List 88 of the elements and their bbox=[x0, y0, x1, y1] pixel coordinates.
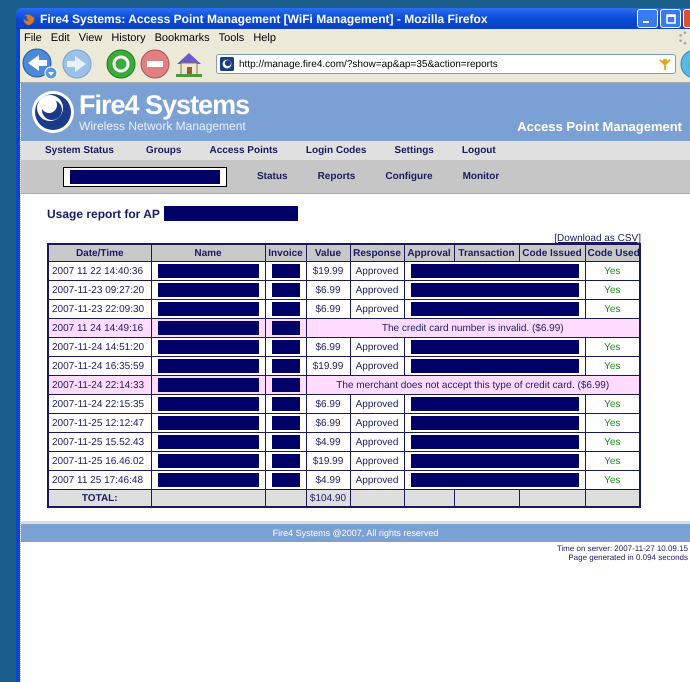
table-cell: Approved bbox=[350, 262, 404, 280]
table-cell: 2007-11-25 16.46.02 bbox=[48, 452, 151, 470]
column-header: Value bbox=[306, 244, 350, 262]
redaction-bar bbox=[272, 340, 300, 354]
table-cell: $6.99 bbox=[306, 280, 350, 300]
redaction-bar bbox=[272, 321, 300, 335]
redaction-bar bbox=[272, 397, 300, 411]
table-cell: Approved bbox=[350, 394, 404, 414]
column-header: Code Issued bbox=[519, 244, 585, 262]
menu-item[interactable]: History bbox=[111, 32, 146, 44]
table-cell: $19.99 bbox=[306, 452, 350, 470]
generation-time: Page generated in 0.094 seconds bbox=[568, 553, 688, 562]
subnav-link[interactable]: Status bbox=[257, 171, 288, 182]
redaction-bar bbox=[272, 283, 300, 297]
site-icon bbox=[220, 57, 234, 71]
nav-link[interactable]: Logout bbox=[462, 145, 496, 156]
server-time: Time on server: 2007-11-27 10.09.15 bbox=[556, 544, 688, 553]
column-header: Name bbox=[151, 244, 265, 262]
table-cell: 2007-11-23 09:27:20 bbox=[48, 280, 151, 300]
redaction-bar bbox=[272, 473, 300, 487]
minimize-button[interactable] bbox=[637, 9, 658, 28]
logo-icon bbox=[31, 90, 75, 134]
redaction-bar bbox=[272, 454, 300, 468]
table-cell: $6.99 bbox=[306, 394, 350, 414]
stop-icon[interactable] bbox=[140, 49, 170, 79]
forward-icon[interactable] bbox=[62, 49, 92, 79]
table-cell: 2007-11-25 15.52.43 bbox=[48, 432, 151, 452]
table-cell: $104.90 bbox=[306, 490, 350, 507]
feed-icon[interactable] bbox=[658, 57, 672, 71]
table-cell: The merchant does not accept this type of credit card. ($6.99) bbox=[306, 376, 640, 394]
column-header: Approval bbox=[404, 244, 454, 262]
back-icon[interactable] bbox=[22, 48, 58, 80]
column-header: Invoice bbox=[265, 244, 306, 262]
nav-link[interactable]: System Status bbox=[45, 145, 114, 156]
table-cell: Approved bbox=[350, 338, 404, 356]
table-cell: 2007-11-24 22:15:35 bbox=[48, 394, 151, 414]
report-title: Usage report for AP bbox=[47, 206, 160, 220]
redaction-bar bbox=[272, 359, 300, 373]
brand-tagline: Wireless Network Management bbox=[79, 119, 246, 133]
firefox-icon bbox=[22, 12, 36, 26]
table-cell: $19.99 bbox=[306, 262, 350, 280]
section-title: Access Point Management bbox=[517, 119, 682, 134]
table-cell: 2007 11 22 14:40:36 bbox=[48, 262, 151, 280]
menu-item[interactable]: Help bbox=[253, 32, 276, 44]
redaction-bar bbox=[272, 416, 300, 430]
table-cell: TOTAL: bbox=[48, 490, 151, 507]
table-cell: $6.99 bbox=[306, 414, 350, 432]
table-cell: Approved bbox=[350, 280, 404, 300]
column-header: Transaction bbox=[454, 244, 519, 262]
column-header: Response bbox=[350, 244, 404, 262]
brand-name: Fire4 Systems bbox=[79, 91, 250, 119]
selector-field[interactable] bbox=[63, 166, 227, 186]
download-link[interactable]: [Download as CSV] bbox=[554, 233, 641, 244]
minimize-icon bbox=[643, 21, 649, 23]
nav-link[interactable]: Login Codes bbox=[306, 145, 366, 156]
menu-item[interactable]: View bbox=[78, 32, 102, 44]
menu-item[interactable]: File bbox=[24, 32, 42, 44]
copyright-text: Fire4 Systems @2007, All rights reserved bbox=[272, 528, 438, 538]
menu-item[interactable]: Tools bbox=[218, 32, 244, 44]
maximize-icon bbox=[666, 14, 676, 24]
subnav-link[interactable]: Configure bbox=[385, 171, 433, 182]
menu-item[interactable]: Bookmarks bbox=[154, 32, 210, 44]
table-cell: The credit card number is invalid. ($6.99) bbox=[306, 318, 640, 338]
table-cell: $6.99 bbox=[306, 338, 350, 356]
column-header: Date/Time bbox=[48, 244, 151, 262]
nav-link[interactable]: Groups bbox=[146, 145, 182, 156]
nav-link[interactable]: Access Points bbox=[209, 145, 278, 156]
table-cell: 2007 11 24 14:49:16 bbox=[48, 318, 151, 338]
reload-icon[interactable] bbox=[106, 49, 136, 79]
redaction-bar bbox=[272, 264, 300, 278]
maximize-button[interactable] bbox=[660, 9, 681, 28]
table-cell: 2007-11-25 12:12:47 bbox=[48, 414, 151, 432]
table-cell: Approved bbox=[350, 414, 404, 432]
redaction-bar bbox=[272, 435, 300, 449]
table-cell: 2007-11-24 14:51:20 bbox=[48, 338, 151, 356]
address-field[interactable]: http://manage.fire4.com/?show=ap&ap=35&action=reports bbox=[216, 54, 676, 74]
redaction-bar bbox=[272, 378, 300, 392]
nav-link[interactable]: Settings bbox=[394, 145, 434, 156]
subnav-link[interactable]: Monitor bbox=[462, 171, 500, 182]
table-cell: $4.99 bbox=[306, 432, 350, 452]
table-cell: Approved bbox=[350, 452, 404, 470]
subnav-link[interactable]: Reports bbox=[318, 171, 356, 182]
table-cell: Approved bbox=[350, 432, 404, 452]
column-header: Code Used bbox=[585, 244, 640, 262]
table-cell: 2007-11-24 22:14:33 bbox=[48, 376, 151, 394]
window-title: Fire4 Systems: Access Point Management [WiFi Management] - Mozilla Firefox bbox=[40, 12, 489, 26]
redaction-bar bbox=[272, 302, 300, 316]
menu-item[interactable]: Edit bbox=[50, 32, 70, 44]
